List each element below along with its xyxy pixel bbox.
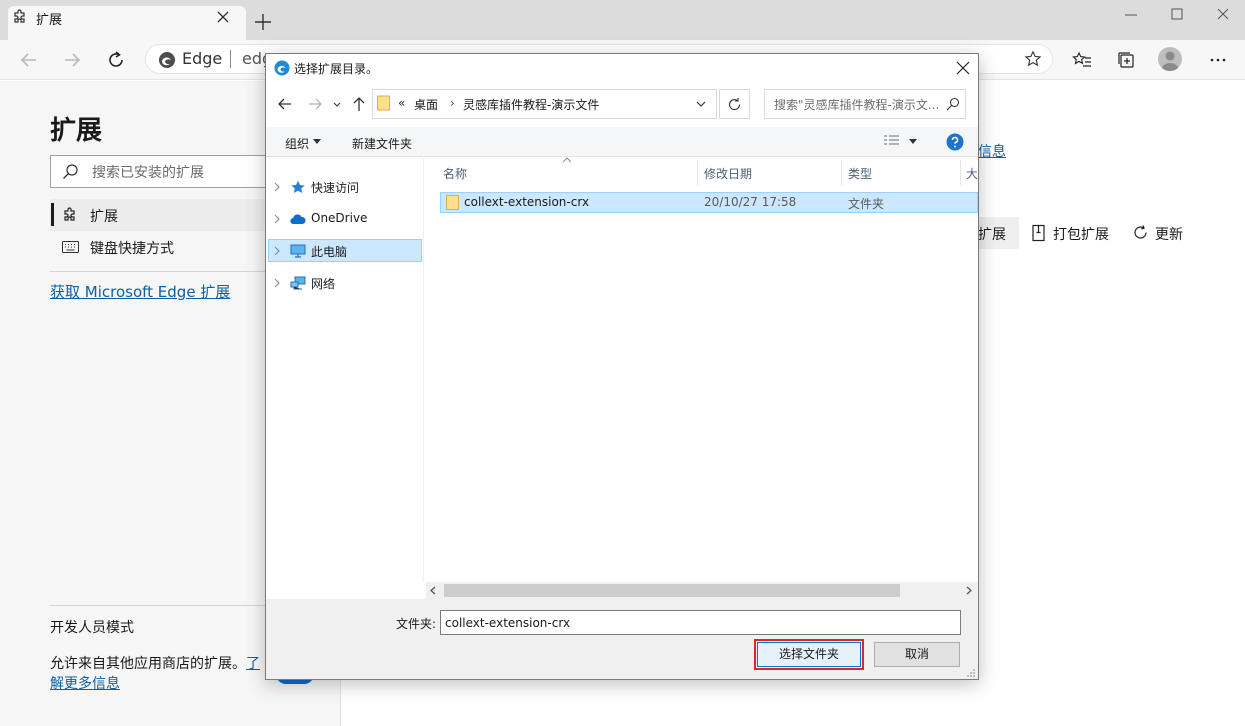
new-tab-icon[interactable] [254,13,272,31]
search-placeholder: 搜索已安装的扩展 [92,165,204,181]
close-tab-icon[interactable] [215,9,231,25]
developer-mode-label: 开发人员模式 [50,620,134,636]
resize-grip-icon[interactable] [966,668,976,678]
folder-icon [446,195,459,210]
maximize-icon[interactable] [1168,6,1186,24]
cancel-button[interactable]: 取消 [874,642,960,667]
allow-other-stores-text: 允许来自其他应用商店的扩展。 [50,656,246,672]
column-header-type[interactable]: 类型 [848,165,872,182]
column-divider[interactable] [697,160,698,185]
new-folder-button[interactable]: 新建文件夹 [352,135,412,152]
load-unpacked-label: 扩展 [978,227,1006,243]
view-options-icon[interactable] [883,134,901,148]
scrollbar-thumb[interactable] [444,584,900,597]
pack-extension-button[interactable]: 打包扩展 [1053,224,1109,244]
forward-icon[interactable] [61,49,83,71]
learn-more-link[interactable]: 解更多信息 [50,673,120,693]
forward-icon[interactable] [307,96,323,112]
select-folder-button[interactable]: 选择文件夹 [757,642,861,667]
chevron-right-icon[interactable] [273,278,281,288]
address-brand: Edge [182,49,223,68]
scroll-left-icon[interactable] [429,586,437,595]
dialog-close-icon[interactable] [955,60,971,76]
caret-down-icon[interactable] [313,139,321,145]
sidebar-item-keyboard-shortcuts[interactable]: 键盘快捷方式 [90,238,174,258]
quick-access-star-icon [290,180,306,194]
sort-ascending-icon [562,157,572,163]
up-folder-icon[interactable] [351,96,367,112]
update-icon [1132,224,1149,241]
scroll-right-icon[interactable] [965,586,973,595]
nav-item-onedrive[interactable]: OneDrive [311,211,367,225]
address-separator [230,50,231,68]
active-indicator [51,203,54,226]
edge-logo-icon [158,51,176,69]
chevron-right-icon[interactable] [273,182,281,192]
network-icon [290,276,306,290]
keyboard-icon [62,240,79,254]
nav-item-quick-access[interactable]: 快速访问 [311,179,359,196]
update-button[interactable]: 更新 [1155,224,1183,244]
search-placeholder: 搜索"灵感库插件教程-演示文... [774,98,940,112]
help-icon[interactable] [946,133,964,151]
file-name: collext-extension-crx [464,195,590,209]
chevron-down-icon[interactable] [695,99,707,109]
puzzle-icon [62,207,78,223]
store-link[interactable]: 获取 Microsoft Edge 扩展 [50,281,230,302]
pack-extension-icon [1031,224,1047,242]
learn-more-link[interactable]: 了 [246,653,260,673]
organize-menu[interactable]: 组织 [285,135,309,152]
minimize-icon[interactable] [1122,6,1140,24]
breadcrumb-item[interactable]: 灵感库插件教程-演示文件 [463,96,599,113]
window-close-icon[interactable] [1214,6,1232,24]
chevron-right-icon[interactable]: › [450,96,455,110]
recent-locations-icon[interactable] [332,96,342,112]
info-link[interactable]: 信息 [978,141,1006,161]
caret-down-icon[interactable] [909,139,917,145]
breadcrumb-overflow[interactable]: « [398,96,405,110]
refresh-icon[interactable] [105,49,127,71]
folder-field-label: 文件夹: [396,617,437,631]
onedrive-cloud-icon [290,212,306,226]
favorites-icon[interactable] [1072,50,1092,70]
folder-icon [377,95,390,111]
puzzle-icon [12,9,28,25]
refresh-icon [727,97,742,112]
back-icon[interactable] [18,49,40,71]
file-modified: 20/10/27 17:58 [704,195,797,209]
edge-logo-icon [274,60,290,76]
nav-item-this-pc[interactable]: 此电脑 [311,243,347,260]
column-divider[interactable] [841,160,842,185]
search-icon[interactable] [946,97,960,111]
file-type: 文件夹 [848,197,885,211]
column-divider[interactable] [960,160,961,185]
more-menu-icon[interactable] [1208,50,1228,70]
sidebar-item-label: 扩展 [90,209,118,225]
nav-item-network[interactable]: 网络 [311,275,335,292]
column-header-name[interactable]: 名称 [443,165,467,182]
profile-avatar[interactable] [1158,47,1182,71]
favorite-star-icon[interactable] [1024,50,1042,68]
this-pc-monitor-icon [290,244,306,258]
chevron-right-icon[interactable] [273,214,281,224]
page-title: 扩展 [50,116,103,146]
breadcrumb-item[interactable]: 桌面 [414,96,438,113]
tab-title: 扩展 [36,13,63,28]
column-header-date[interactable]: 修改日期 [704,165,752,182]
folder-name-field[interactable] [440,610,961,635]
back-icon[interactable] [277,96,293,112]
chevron-right-icon[interactable] [273,246,281,256]
search-icon [62,163,79,180]
collections-icon[interactable] [1116,50,1136,70]
dialog-title: 选择扩展目录。 [294,62,379,76]
column-header-size[interactable]: 大 [966,165,977,182]
